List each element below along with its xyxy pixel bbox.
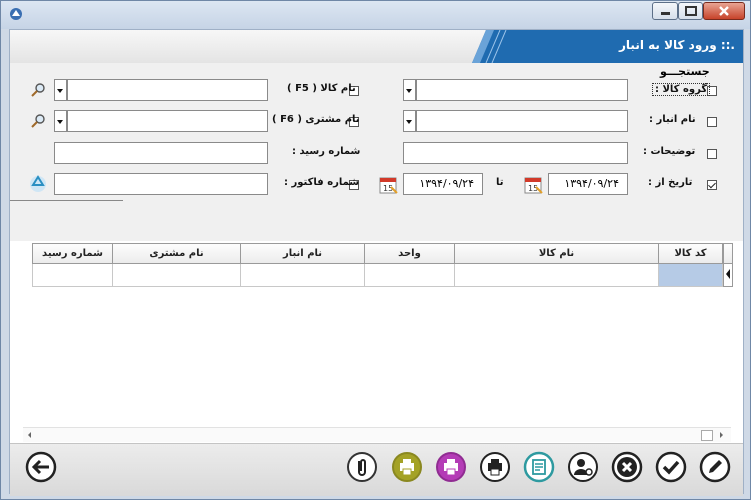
user-search-icon <box>568 452 598 482</box>
form-divider <box>10 200 123 201</box>
search-legend: جستجـــو <box>660 65 710 78</box>
col-header-product-name[interactable]: نام کالا <box>454 243 659 264</box>
grid-cell-warehouse[interactable] <box>240 264 365 287</box>
print-purple-icon <box>436 452 466 482</box>
minimize-button[interactable] <box>652 2 678 20</box>
scroll-thumb[interactable] <box>701 430 713 441</box>
client-area: .:: ورود کالا به انبار جستجـــو گروه کال… <box>9 29 744 496</box>
maximize-icon <box>685 6 697 16</box>
date-to-input[interactable]: ۱۳۹۴/۰۹/۲۴ <box>403 173 483 195</box>
warehouse-dropdown-button[interactable] <box>403 110 416 132</box>
description-label: توضیحات : <box>643 146 696 157</box>
date-from-checkbox[interactable] <box>707 180 717 190</box>
report-icon <box>523 451 555 483</box>
application-window: .:: ورود کالا به انبار جستجـــو گروه کال… <box>0 0 751 500</box>
scroll-left-icon[interactable] <box>25 429 35 441</box>
confirm-icon <box>655 451 687 483</box>
date-from-calendar-icon[interactable]: 15 <box>524 175 544 195</box>
customer-name-label: نام مشتری ( F6 ) <box>272 114 360 125</box>
refresh-recycle-icon[interactable] <box>28 174 48 194</box>
grid-cell-customer[interactable] <box>112 264 241 287</box>
edit-button[interactable] <box>699 451 731 483</box>
print-olive-button[interactable] <box>391 451 423 483</box>
close-icon <box>719 6 729 16</box>
product-search-icon[interactable] <box>30 82 46 98</box>
back-button[interactable] <box>25 451 57 483</box>
horizontal-scrollbar[interactable] <box>23 427 731 442</box>
print-olive-icon <box>392 452 422 482</box>
cancel-button[interactable] <box>611 451 643 483</box>
row-header-corner <box>723 243 733 264</box>
cancel-icon <box>611 451 643 483</box>
attachment-icon <box>347 452 377 482</box>
date-from-label: تاریخ از : <box>648 177 693 188</box>
warehouse-checkbox[interactable] <box>707 117 717 127</box>
title-bar <box>1 1 750 29</box>
product-name-combo[interactable] <box>67 79 268 101</box>
row-selector[interactable] <box>723 264 733 287</box>
group-combo[interactable] <box>416 79 628 101</box>
edit-icon <box>699 451 731 483</box>
group-label: گروه کالا : <box>652 83 711 96</box>
attachment-button[interactable] <box>346 451 378 483</box>
group-dropdown-button[interactable] <box>403 79 416 101</box>
receipt-no-label: شماره رسید : <box>292 146 361 157</box>
product-dropdown-button[interactable] <box>54 79 67 101</box>
date-to-calendar-icon[interactable]: 15 <box>379 175 399 195</box>
print-button[interactable] <box>479 451 511 483</box>
col-header-receipt-no[interactable]: شماره رسید <box>32 243 113 264</box>
warehouse-combo[interactable] <box>416 110 628 132</box>
current-row-arrow-icon <box>726 269 730 279</box>
grid-cell-receipt-no[interactable] <box>32 264 113 287</box>
date-from-input[interactable]: ۱۳۹۴/۰۹/۲۴ <box>548 173 628 195</box>
date-to-label: تا <box>496 177 504 188</box>
app-logo-icon <box>10 8 22 20</box>
customer-dropdown-button[interactable] <box>54 110 67 132</box>
col-header-unit[interactable]: واحد <box>364 243 455 264</box>
search-panel: جستجـــو گروه کالا : نام کالا ( F5 ) نام… <box>10 63 743 241</box>
description-input[interactable] <box>403 142 628 164</box>
grid-cell-product-name[interactable] <box>454 264 659 287</box>
header-banner: .:: ورود کالا به انبار <box>10 30 743 63</box>
bottom-toolbar <box>10 443 743 496</box>
receipt-no-input[interactable] <box>54 142 268 164</box>
col-header-customer[interactable]: نام مشتری <box>112 243 241 264</box>
col-header-product-code[interactable]: کد کالا <box>658 243 723 264</box>
description-checkbox[interactable] <box>707 149 717 159</box>
confirm-button[interactable] <box>655 451 687 483</box>
col-header-warehouse[interactable]: نام انبار <box>240 243 365 264</box>
back-arrow-icon <box>25 451 57 483</box>
customer-search-icon[interactable] <box>30 113 46 129</box>
product-name-label: نام کالا ( F5 ) <box>287 83 356 94</box>
page-title: .:: ورود کالا به انبار <box>619 38 735 52</box>
minimize-icon <box>661 12 670 15</box>
grid-cell-product-code[interactable] <box>658 264 723 287</box>
grid-cell-unit[interactable] <box>364 264 455 287</box>
maximize-button[interactable] <box>678 2 703 20</box>
report-button[interactable] <box>523 451 555 483</box>
user-search-button[interactable] <box>567 451 599 483</box>
close-button[interactable] <box>703 2 745 20</box>
print-purple-button[interactable] <box>435 451 467 483</box>
warehouse-label: نام انبار : <box>649 114 696 125</box>
customer-name-combo[interactable] <box>67 110 268 132</box>
invoice-no-label: شماره فاکتور : <box>284 177 360 188</box>
scroll-right-icon[interactable] <box>717 429 727 441</box>
print-icon <box>480 452 510 482</box>
invoice-no-input[interactable] <box>54 173 268 195</box>
